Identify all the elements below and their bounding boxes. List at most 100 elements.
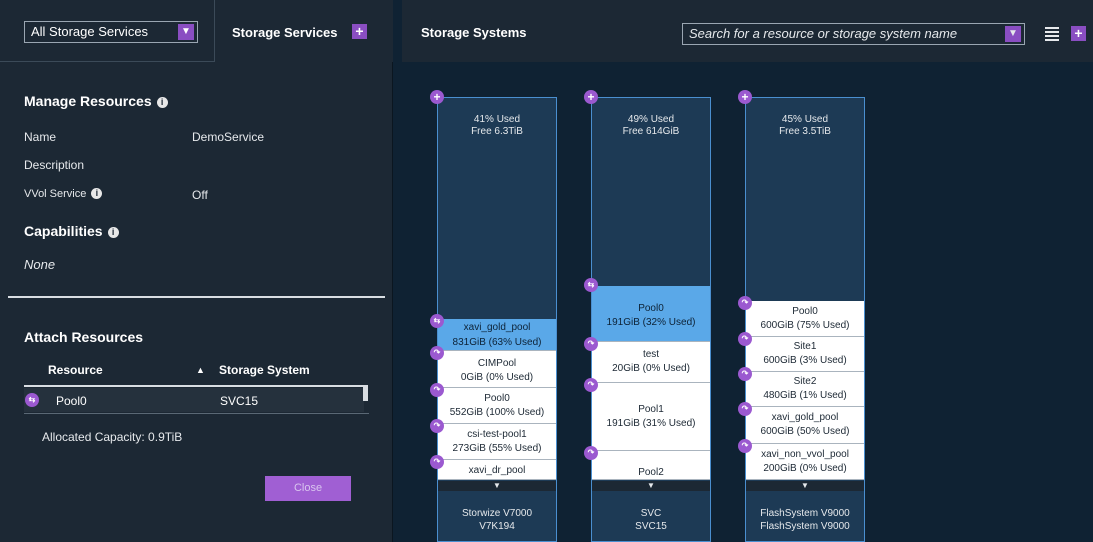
pool-capacity: 273GiB (55% Used) <box>452 443 542 454</box>
free-text: Free 614GiB <box>622 126 680 137</box>
pool-capacity: 831GiB (63% Used) <box>452 337 542 348</box>
service-filter-dropdown[interactable]: All Storage Services ▼ <box>24 21 198 43</box>
pool-item[interactable]: ↷ csi-test-pool1 273GiB (55% Used) <box>430 419 556 460</box>
description-label: Description <box>24 158 85 172</box>
chevron-down-icon[interactable]: ▼ <box>1005 26 1021 42</box>
system-model: Storwize V7000 <box>461 508 533 519</box>
system-label: SVC SVC15 <box>592 507 710 533</box>
manage-resources-heading: Manage Resources i <box>24 93 168 109</box>
pool-name: Site1 <box>793 341 817 352</box>
search-input[interactable]: Search for a resource or storage system … <box>682 23 1025 45</box>
capabilities-heading: Capabilities i <box>24 223 119 239</box>
used-text: 41% Used <box>473 114 521 125</box>
free-text: Free 6.3TiB <box>471 126 523 137</box>
system-name: V7K194 <box>479 521 515 532</box>
info-icon[interactable]: i <box>156 97 168 108</box>
pool-capacity: 0GiB (0% Used) <box>460 372 534 383</box>
pool-name: Pool1 <box>638 404 664 415</box>
storage-system-card[interactable]: + 41% Used Free 6.3TiB ⇆ xavi_gold_pool … <box>430 90 557 542</box>
info-icon[interactable]: i <box>91 188 103 199</box>
search-placeholder: Search for a resource or storage system … <box>689 26 958 41</box>
pool-item[interactable]: ↷ xavi_gold_pool 600GiB (50% Used) <box>738 402 864 444</box>
add-pool-icon[interactable]: + <box>738 90 752 104</box>
chevron-down-icon[interactable]: ▼ <box>178 24 194 40</box>
free-text: Free 3.5TiB <box>779 126 831 137</box>
divider <box>0 61 214 62</box>
add-pool-icon[interactable]: + <box>430 90 444 104</box>
storage-system-card[interactable]: + 49% Used Free 614GiB ⇆ Pool0 191GiB (3… <box>584 90 711 542</box>
pool-capacity: 480GiB (1% Used) <box>763 390 847 401</box>
add-storage-system-icon[interactable]: + <box>1071 26 1086 41</box>
system-model: FlashSystem V9000 <box>760 508 850 519</box>
pool-item[interactable]: ↷ Site2 480GiB (1% Used) <box>738 367 864 407</box>
storage-system-card[interactable]: + 45% Used Free 3.5TiB ↷ Pool0 600GiB (7… <box>738 90 865 542</box>
service-filter-value: All Storage Services <box>31 24 149 39</box>
add-service-icon[interactable]: + <box>352 24 367 39</box>
sort-asc-icon[interactable]: ▲ <box>196 365 205 375</box>
pool-item[interactable]: ↷ Pool2 <box>584 446 710 480</box>
pool-name: csi-test-pool1 <box>467 429 527 440</box>
pool-capacity: 191GiB (31% Used) <box>606 418 696 429</box>
table-header: Resource ▲ Storage System <box>24 356 369 384</box>
vvol-value: Off <box>192 188 208 202</box>
scroll-down-icon[interactable]: ▼ <box>438 481 556 491</box>
pool-name: xavi_dr_pool <box>468 465 526 476</box>
name-label: Name <box>24 130 57 144</box>
link-icon[interactable]: ⇆ <box>584 278 598 292</box>
pool-item[interactable]: ↷ CIMPool 0GiB (0% Used) <box>430 346 556 388</box>
scroll-down-icon[interactable]: ▼ <box>746 481 864 491</box>
list-view-icon[interactable] <box>1045 27 1059 41</box>
pool-name: xavi_gold_pool <box>463 322 531 333</box>
link-icon[interactable]: ⇆ <box>25 393 39 407</box>
pool-item[interactable]: ↷ Pool1 191GiB (31% Used) <box>584 378 710 451</box>
attach-icon[interactable]: ↷ <box>584 378 598 392</box>
pool-name: CIMPool <box>477 358 517 369</box>
name-value: DemoService <box>192 130 265 144</box>
section-divider <box>8 296 385 298</box>
capabilities-value: None <box>24 257 56 272</box>
row-storage-system: SVC15 <box>220 394 259 408</box>
pool-item[interactable]: ⇆ xavi_gold_pool 831GiB (63% Used) <box>430 314 556 351</box>
pool-name: Pool2 <box>638 467 664 478</box>
pool-name: Pool0 <box>792 306 818 317</box>
pool-item[interactable]: ↷ Site1 600GiB (3% Used) <box>738 332 864 372</box>
scroll-down-icon[interactable]: ▼ <box>592 481 710 491</box>
col-resource[interactable]: Resource <box>48 363 103 377</box>
storage-systems-header: Storage Systems Search for a resource or… <box>402 0 1093 62</box>
pool-item[interactable]: ↷ test 20GiB (0% Used) <box>584 337 710 383</box>
allocated-capacity: Allocated Capacity: 0.9TiB <box>42 430 183 444</box>
pool-name: Site2 <box>793 376 817 387</box>
used-text: 45% Used <box>781 114 829 125</box>
tab-storage-services[interactable]: Storage Services + <box>214 0 393 62</box>
attach-resources-table: Resource ▲ Storage System ⇆ Pool0 SVC15 <box>24 356 369 412</box>
vvol-label: VVol Service i <box>24 188 103 200</box>
close-button[interactable]: Close <box>265 476 351 501</box>
pool-item[interactable]: ↷ xavi_dr_pool <box>430 455 556 480</box>
system-usage: 49% Used Free 614GiB <box>592 114 710 138</box>
pool-name: xavi_non_vvol_pool <box>761 449 849 460</box>
attach-resources-heading: Attach Resources <box>24 329 144 345</box>
scrollbar[interactable] <box>363 385 368 401</box>
pool-item[interactable]: ↷ Pool0 552GiB (100% Used) <box>430 383 556 424</box>
vvol-label-text: VVol Service <box>24 188 87 200</box>
info-icon[interactable]: i <box>107 227 119 238</box>
table-row[interactable]: ⇆ Pool0 SVC15 <box>24 388 364 412</box>
left-panel: All Storage Services ▼ Storage Services … <box>0 0 393 542</box>
pool-capacity: 600GiB (3% Used) <box>763 355 847 366</box>
system-usage: 41% Used Free 6.3TiB <box>438 114 556 138</box>
attach-icon[interactable]: ↷ <box>584 446 598 460</box>
add-pool-icon[interactable]: + <box>584 90 598 104</box>
pool-item[interactable]: ↷ xavi_non_vvol_pool 200GiB (0% Used) <box>738 439 864 480</box>
col-storage-system[interactable]: Storage System <box>219 363 310 377</box>
pool-capacity: 191GiB (32% Used) <box>606 317 696 328</box>
system-label: Storwize V7000 V7K194 <box>438 507 556 533</box>
row-resource: Pool0 <box>56 394 87 408</box>
system-model: SVC <box>640 508 662 519</box>
pool-name: test <box>642 349 660 360</box>
pool-item[interactable]: ↷ Pool0 600GiB (75% Used) <box>738 296 864 337</box>
pool-capacity: 600GiB (50% Used) <box>760 426 850 437</box>
row-divider <box>24 413 369 414</box>
pool-item[interactable]: ⇆ Pool0 191GiB (32% Used) <box>584 278 710 342</box>
pool-name: xavi_gold_pool <box>771 412 839 423</box>
system-name: SVC15 <box>635 521 667 532</box>
